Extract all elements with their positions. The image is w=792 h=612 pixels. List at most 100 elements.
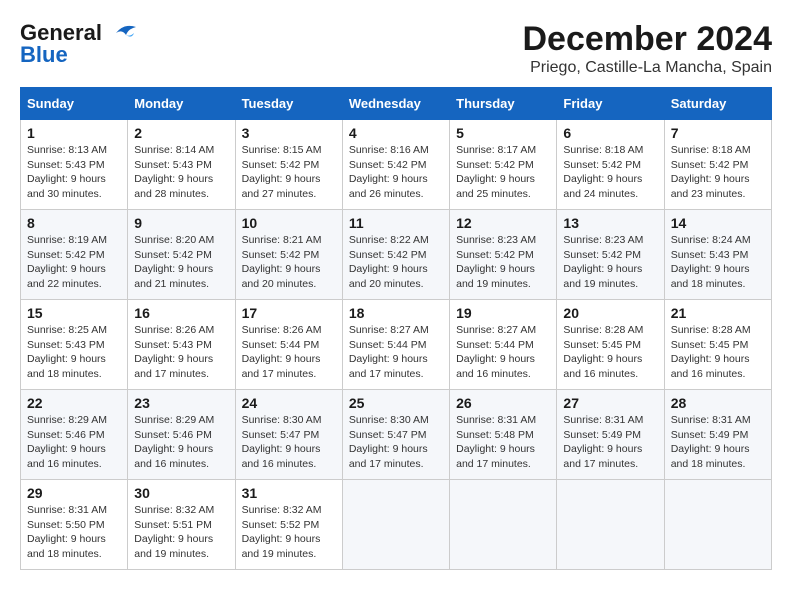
logo-bird-icon	[106, 21, 138, 45]
calendar-week-row: 22 Sunrise: 8:29 AMSunset: 5:46 PMDaylig…	[21, 390, 772, 480]
calendar-cell: 5 Sunrise: 8:17 AMSunset: 5:42 PMDayligh…	[450, 120, 557, 210]
header-sunday: Sunday	[21, 88, 128, 120]
day-number: 9	[134, 215, 228, 231]
day-number: 20	[563, 305, 657, 321]
calendar-cell: 17 Sunrise: 8:26 AMSunset: 5:44 PMDaylig…	[235, 300, 342, 390]
day-info: Sunrise: 8:29 AMSunset: 5:46 PMDaylight:…	[27, 413, 121, 472]
day-number: 24	[242, 395, 336, 411]
calendar-cell	[557, 480, 664, 570]
calendar-week-row: 15 Sunrise: 8:25 AMSunset: 5:43 PMDaylig…	[21, 300, 772, 390]
calendar-week-row: 29 Sunrise: 8:31 AMSunset: 5:50 PMDaylig…	[21, 480, 772, 570]
day-number: 28	[671, 395, 765, 411]
day-number: 8	[27, 215, 121, 231]
day-number: 22	[27, 395, 121, 411]
day-info: Sunrise: 8:23 AMSunset: 5:42 PMDaylight:…	[456, 233, 550, 292]
calendar-cell: 16 Sunrise: 8:26 AMSunset: 5:43 PMDaylig…	[128, 300, 235, 390]
calendar-cell	[450, 480, 557, 570]
calendar-cell: 2 Sunrise: 8:14 AMSunset: 5:43 PMDayligh…	[128, 120, 235, 210]
calendar-week-row: 1 Sunrise: 8:13 AMSunset: 5:43 PMDayligh…	[21, 120, 772, 210]
calendar-cell: 27 Sunrise: 8:31 AMSunset: 5:49 PMDaylig…	[557, 390, 664, 480]
day-info: Sunrise: 8:18 AMSunset: 5:42 PMDaylight:…	[563, 143, 657, 202]
calendar-cell: 10 Sunrise: 8:21 AMSunset: 5:42 PMDaylig…	[235, 210, 342, 300]
calendar-cell: 4 Sunrise: 8:16 AMSunset: 5:42 PMDayligh…	[342, 120, 449, 210]
title-area: December 2024 Priego, Castille-La Mancha…	[522, 20, 772, 77]
calendar-cell: 30 Sunrise: 8:32 AMSunset: 5:51 PMDaylig…	[128, 480, 235, 570]
day-info: Sunrise: 8:30 AMSunset: 5:47 PMDaylight:…	[242, 413, 336, 472]
day-number: 7	[671, 125, 765, 141]
header: General Blue December 2024 Priego, Casti…	[20, 20, 772, 77]
day-info: Sunrise: 8:27 AMSunset: 5:44 PMDaylight:…	[456, 323, 550, 382]
calendar-week-row: 8 Sunrise: 8:19 AMSunset: 5:42 PMDayligh…	[21, 210, 772, 300]
weekday-header-row: Sunday Monday Tuesday Wednesday Thursday…	[21, 88, 772, 120]
calendar-cell: 11 Sunrise: 8:22 AMSunset: 5:42 PMDaylig…	[342, 210, 449, 300]
day-info: Sunrise: 8:14 AMSunset: 5:43 PMDaylight:…	[134, 143, 228, 202]
calendar-cell: 8 Sunrise: 8:19 AMSunset: 5:42 PMDayligh…	[21, 210, 128, 300]
day-number: 2	[134, 125, 228, 141]
calendar-cell: 18 Sunrise: 8:27 AMSunset: 5:44 PMDaylig…	[342, 300, 449, 390]
day-number: 23	[134, 395, 228, 411]
day-info: Sunrise: 8:19 AMSunset: 5:42 PMDaylight:…	[27, 233, 121, 292]
day-info: Sunrise: 8:31 AMSunset: 5:49 PMDaylight:…	[563, 413, 657, 472]
day-number: 26	[456, 395, 550, 411]
day-number: 5	[456, 125, 550, 141]
header-saturday: Saturday	[664, 88, 771, 120]
day-info: Sunrise: 8:16 AMSunset: 5:42 PMDaylight:…	[349, 143, 443, 202]
day-info: Sunrise: 8:25 AMSunset: 5:43 PMDaylight:…	[27, 323, 121, 382]
day-number: 13	[563, 215, 657, 231]
day-number: 3	[242, 125, 336, 141]
calendar-cell	[664, 480, 771, 570]
calendar-cell: 9 Sunrise: 8:20 AMSunset: 5:42 PMDayligh…	[128, 210, 235, 300]
day-info: Sunrise: 8:27 AMSunset: 5:44 PMDaylight:…	[349, 323, 443, 382]
day-number: 21	[671, 305, 765, 321]
day-info: Sunrise: 8:13 AMSunset: 5:43 PMDaylight:…	[27, 143, 121, 202]
day-info: Sunrise: 8:26 AMSunset: 5:43 PMDaylight:…	[134, 323, 228, 382]
month-title: December 2024	[522, 20, 772, 59]
day-number: 11	[349, 215, 443, 231]
calendar-cell: 20 Sunrise: 8:28 AMSunset: 5:45 PMDaylig…	[557, 300, 664, 390]
day-number: 15	[27, 305, 121, 321]
calendar-cell: 25 Sunrise: 8:30 AMSunset: 5:47 PMDaylig…	[342, 390, 449, 480]
header-wednesday: Wednesday	[342, 88, 449, 120]
day-number: 12	[456, 215, 550, 231]
day-number: 16	[134, 305, 228, 321]
day-number: 27	[563, 395, 657, 411]
day-number: 10	[242, 215, 336, 231]
day-info: Sunrise: 8:28 AMSunset: 5:45 PMDaylight:…	[563, 323, 657, 382]
calendar-cell: 22 Sunrise: 8:29 AMSunset: 5:46 PMDaylig…	[21, 390, 128, 480]
day-number: 29	[27, 485, 121, 501]
header-thursday: Thursday	[450, 88, 557, 120]
header-friday: Friday	[557, 88, 664, 120]
day-number: 4	[349, 125, 443, 141]
calendar-cell: 1 Sunrise: 8:13 AMSunset: 5:43 PMDayligh…	[21, 120, 128, 210]
header-monday: Monday	[128, 88, 235, 120]
calendar-table: Sunday Monday Tuesday Wednesday Thursday…	[20, 87, 772, 570]
calendar-cell: 14 Sunrise: 8:24 AMSunset: 5:43 PMDaylig…	[664, 210, 771, 300]
calendar-cell: 3 Sunrise: 8:15 AMSunset: 5:42 PMDayligh…	[235, 120, 342, 210]
calendar-cell: 31 Sunrise: 8:32 AMSunset: 5:52 PMDaylig…	[235, 480, 342, 570]
day-info: Sunrise: 8:20 AMSunset: 5:42 PMDaylight:…	[134, 233, 228, 292]
calendar-cell	[342, 480, 449, 570]
calendar-cell: 28 Sunrise: 8:31 AMSunset: 5:49 PMDaylig…	[664, 390, 771, 480]
day-number: 31	[242, 485, 336, 501]
calendar-cell: 13 Sunrise: 8:23 AMSunset: 5:42 PMDaylig…	[557, 210, 664, 300]
day-number: 18	[349, 305, 443, 321]
day-info: Sunrise: 8:26 AMSunset: 5:44 PMDaylight:…	[242, 323, 336, 382]
calendar-cell: 19 Sunrise: 8:27 AMSunset: 5:44 PMDaylig…	[450, 300, 557, 390]
day-info: Sunrise: 8:15 AMSunset: 5:42 PMDaylight:…	[242, 143, 336, 202]
day-number: 6	[563, 125, 657, 141]
day-info: Sunrise: 8:31 AMSunset: 5:50 PMDaylight:…	[27, 503, 121, 562]
day-info: Sunrise: 8:32 AMSunset: 5:51 PMDaylight:…	[134, 503, 228, 562]
day-info: Sunrise: 8:17 AMSunset: 5:42 PMDaylight:…	[456, 143, 550, 202]
day-number: 25	[349, 395, 443, 411]
calendar-cell: 29 Sunrise: 8:31 AMSunset: 5:50 PMDaylig…	[21, 480, 128, 570]
logo-blue-text: Blue	[20, 42, 68, 68]
day-number: 30	[134, 485, 228, 501]
day-info: Sunrise: 8:18 AMSunset: 5:42 PMDaylight:…	[671, 143, 765, 202]
day-info: Sunrise: 8:31 AMSunset: 5:48 PMDaylight:…	[456, 413, 550, 472]
calendar-cell: 6 Sunrise: 8:18 AMSunset: 5:42 PMDayligh…	[557, 120, 664, 210]
calendar-cell: 24 Sunrise: 8:30 AMSunset: 5:47 PMDaylig…	[235, 390, 342, 480]
day-info: Sunrise: 8:28 AMSunset: 5:45 PMDaylight:…	[671, 323, 765, 382]
calendar-cell: 12 Sunrise: 8:23 AMSunset: 5:42 PMDaylig…	[450, 210, 557, 300]
day-number: 19	[456, 305, 550, 321]
header-tuesday: Tuesday	[235, 88, 342, 120]
